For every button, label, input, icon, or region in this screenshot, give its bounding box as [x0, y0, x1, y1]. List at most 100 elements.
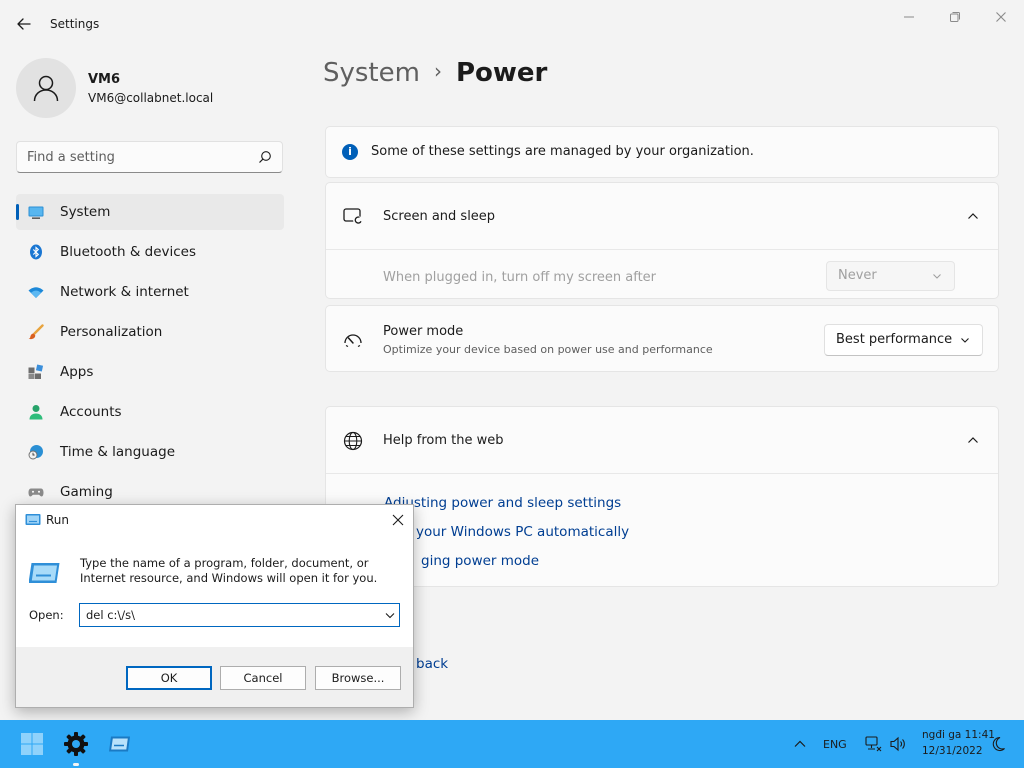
chevron-up-icon[interactable] [966, 209, 980, 223]
help-link[interactable]: ging power mode [421, 553, 539, 569]
feedback-link[interactable]: back [416, 656, 448, 672]
sidebar-item-label: System [60, 204, 111, 220]
arrow-left-icon [17, 18, 31, 30]
help-from-web-card: Help from the web Adjusting power and sl… [325, 406, 999, 587]
monitor-icon [28, 206, 44, 219]
power-mode-value: Best performance [836, 332, 953, 347]
screen-sleep-title[interactable]: Screen and sleep [383, 209, 495, 224]
minimize-icon [904, 16, 914, 18]
sidebar-item-personalization[interactable]: Personalization [16, 314, 284, 350]
run-icon [25, 514, 41, 525]
person-icon [29, 405, 43, 420]
sidebar-item-label: Personalization [60, 324, 163, 340]
breadcrumb: System › Power [323, 58, 547, 94]
clock-date[interactable]: 12/31/2022 [922, 745, 983, 757]
sidebar-item-system[interactable]: System [16, 194, 284, 230]
person-icon [33, 75, 59, 102]
focus-assist-moon-icon[interactable] [989, 735, 1007, 753]
info-text: Some of these settings are managed by yo… [371, 144, 754, 159]
sidebar-item-bluetooth[interactable]: Bluetooth & devices [16, 234, 284, 270]
sidebar-item-label: Time & language [60, 444, 176, 460]
app-title: Settings [50, 17, 100, 31]
gear-icon [64, 732, 88, 756]
run-dialog: Run Type the name of a program, folder, … [15, 504, 414, 708]
taskbar-run-app[interactable] [104, 728, 136, 760]
power-mode-card: Power mode Optimize your device based on… [325, 305, 999, 372]
apps-icon [28, 364, 44, 379]
bluetooth-icon [30, 244, 42, 260]
run-icon [109, 736, 130, 752]
globe-icon [343, 431, 363, 451]
sidebar-item-apps[interactable]: Apps [16, 354, 284, 390]
browse-button[interactable]: Browse... [315, 666, 401, 690]
help-link[interactable]: Adjusting power and sleep settings [384, 495, 621, 511]
wifi-icon [28, 287, 44, 298]
help-title[interactable]: Help from the web [383, 433, 504, 448]
run-title: Run [46, 513, 70, 527]
cancel-button[interactable]: Cancel [220, 666, 306, 690]
search-input[interactable]: Find a setting [27, 150, 115, 165]
run-button-bar: OK Cancel Browse... [16, 647, 413, 707]
minimize-button[interactable] [886, 6, 932, 28]
close-button[interactable] [978, 6, 1024, 28]
back-button[interactable] [12, 12, 36, 36]
open-label: Open: [29, 608, 64, 622]
run-description: Type the name of a program, folder, docu… [80, 556, 378, 585]
chevron-up-icon[interactable] [966, 433, 980, 447]
title-bar: Settings [0, 0, 1024, 48]
chevron-down-icon [933, 274, 941, 279]
screen-sleep-card: Screen and sleep When plugged in, turn o… [325, 182, 999, 299]
sidebar-item-time-language[interactable]: Time & language [16, 434, 284, 470]
windows-logo-icon [21, 733, 43, 755]
ok-button[interactable]: OK [126, 666, 212, 690]
gamepad-icon [28, 488, 44, 497]
page-title: Power [455, 58, 548, 88]
restore-icon [950, 12, 960, 22]
run-icon [29, 563, 60, 583]
user-name: VM6 [88, 72, 121, 87]
sidebar-nav: System Bluetooth & devices Network & int… [16, 194, 284, 514]
divider [326, 473, 998, 474]
power-mode-dropdown[interactable]: Best performance [824, 324, 983, 356]
breadcrumb-parent[interactable]: System [323, 58, 420, 88]
chevron-down-icon [961, 338, 969, 343]
divider [326, 249, 998, 250]
brush-icon [28, 324, 44, 340]
volume-icon[interactable] [889, 735, 907, 753]
language-indicator[interactable]: ENG [823, 738, 847, 751]
chevron-right-icon: › [433, 59, 442, 83]
power-mode-title: Power mode [383, 324, 464, 339]
help-link[interactable]: your Windows PC automatically [416, 524, 629, 540]
sidebar-item-label: Apps [60, 364, 94, 380]
info-icon: i [342, 144, 358, 160]
run-title-bar[interactable]: Run [16, 505, 413, 535]
sidebar-item-label: Bluetooth & devices [60, 244, 197, 260]
show-hidden-icons-chevron-icon[interactable] [792, 736, 808, 752]
active-app-indicator [73, 763, 79, 766]
avatar [16, 58, 76, 118]
globe-clock-icon [28, 445, 43, 460]
search-box[interactable]: Find a setting [16, 141, 283, 173]
clock-time[interactable]: ngđi ga 11:41 [922, 729, 995, 741]
network-icon[interactable] [864, 735, 882, 753]
power-mode-subtitle: Optimize your device based on power use … [383, 343, 713, 356]
chevron-down-icon[interactable] [384, 609, 396, 621]
run-command-combobox[interactable] [79, 603, 400, 627]
search-icon [259, 151, 271, 163]
taskbar-settings-app[interactable] [60, 728, 92, 760]
sidebar-item-accounts[interactable]: Accounts [16, 394, 284, 430]
managed-by-org-banner: i Some of these settings are managed by … [325, 126, 999, 178]
screen-off-dropdown: Never [826, 261, 955, 291]
sidebar-item-label: Network & internet [60, 284, 189, 300]
start-button[interactable] [16, 728, 48, 760]
screen-sleep-icon [343, 208, 362, 225]
run-command-input[interactable] [80, 604, 376, 626]
run-close-button[interactable] [389, 511, 407, 529]
sidebar-item-network[interactable]: Network & internet [16, 274, 284, 310]
screen-off-label: When plugged in, turn off my screen afte… [383, 270, 657, 285]
close-icon [392, 514, 404, 526]
speedometer-icon [344, 334, 362, 348]
restore-button[interactable] [932, 6, 978, 28]
user-profile[interactable]: VM6 VM6@collabnet.local [16, 58, 286, 118]
sidebar-item-label: Gaming [60, 484, 113, 500]
